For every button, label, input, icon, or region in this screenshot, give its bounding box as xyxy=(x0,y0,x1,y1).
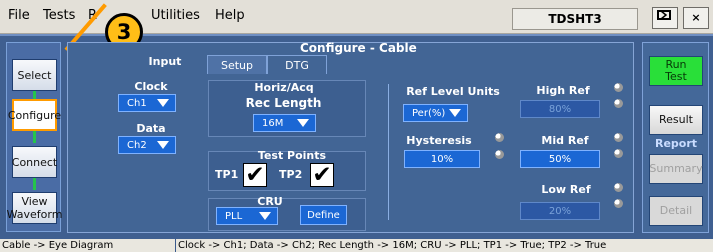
connect-button[interactable]: Connect xyxy=(12,146,57,178)
mid-ref-value[interactable]: 50% xyxy=(520,150,600,168)
nav-connector xyxy=(33,178,36,190)
low-ref-label: Low Ref xyxy=(541,183,591,196)
high-ref-label: High Ref xyxy=(536,84,590,97)
tab-dtg[interactable]: DTG xyxy=(267,55,327,74)
chevron-down-icon xyxy=(157,141,169,149)
detail-button: Detail xyxy=(649,196,703,226)
cru-dropdown[interactable]: PLL xyxy=(216,207,278,225)
close-window-button[interactable]: × xyxy=(683,7,709,29)
configure-button[interactable]: Configure xyxy=(8,99,61,131)
clock-label: Clock xyxy=(134,80,168,93)
status-details: Clock -> Ch1; Data -> Ch2; Rec Length ->… xyxy=(176,239,713,252)
high-ref-value: 80% xyxy=(520,100,600,118)
hysteresis-knob-icon[interactable] xyxy=(495,150,504,159)
tp2-checkbox[interactable]: ✔ xyxy=(310,163,334,187)
low-ref-knob-icon[interactable] xyxy=(614,199,623,208)
clock-dropdown[interactable]: Ch1 xyxy=(118,94,176,112)
chevron-down-icon xyxy=(449,109,461,117)
mid-ref-knob-icon[interactable] xyxy=(614,133,623,142)
data-dropdown[interactable]: Ch2 xyxy=(118,136,176,154)
rec-length-label: Rec Length xyxy=(245,96,322,110)
tp1-checkbox[interactable]: ✔ xyxy=(243,163,267,187)
panel-title: Configure - Cable xyxy=(300,41,417,55)
data-label: Data xyxy=(136,122,166,135)
mid-ref-label: Mid Ref xyxy=(541,134,589,147)
ref-level-units-label: Ref Level Units xyxy=(406,85,500,98)
run-test-button[interactable]: Run Test xyxy=(649,56,703,86)
high-ref-knob-icon[interactable] xyxy=(614,83,623,92)
mid-ref-knob-icon[interactable] xyxy=(614,149,623,158)
select-button[interactable]: Select xyxy=(12,59,57,91)
window-restore-icon xyxy=(657,10,671,20)
input-header: Input xyxy=(148,55,182,68)
low-ref-knob-icon[interactable] xyxy=(614,183,623,192)
low-ref-value: 20% xyxy=(520,202,600,220)
nav-connector xyxy=(33,131,36,143)
data-value: Ch2 xyxy=(127,139,147,151)
tp1-label: TP1 xyxy=(215,168,239,181)
rec-length-value: 16M xyxy=(262,117,284,129)
hysteresis-knob-icon[interactable] xyxy=(495,133,504,142)
restore-window-button[interactable] xyxy=(652,7,678,29)
report-header: Report xyxy=(654,137,698,150)
chevron-down-icon xyxy=(259,212,271,220)
chevron-down-icon xyxy=(297,119,309,127)
menu-help[interactable]: Help xyxy=(215,8,245,23)
high-ref-knob-icon[interactable] xyxy=(614,99,623,108)
define-button[interactable]: Define xyxy=(300,205,347,225)
hysteresis-label: Hysteresis xyxy=(406,134,472,147)
rec-length-dropdown[interactable]: 16M xyxy=(253,114,316,132)
menu-utilities[interactable]: Utilities xyxy=(151,8,200,23)
ref-level-units-value: Per(%) xyxy=(412,107,446,119)
menu-tests[interactable]: Tests xyxy=(43,8,75,23)
tp2-label: TP2 xyxy=(279,168,303,181)
panel-divider xyxy=(388,84,389,220)
summary-button: Summary xyxy=(649,154,703,184)
status-path: Cable -> Eye Diagram xyxy=(0,239,175,252)
horiz-acq-header: Horiz/Acq xyxy=(254,81,314,94)
result-button[interactable]: Result xyxy=(649,105,703,135)
test-points-header: Test Points xyxy=(257,149,327,162)
menu-file[interactable]: File xyxy=(8,8,30,23)
application-title: TDSHT3 xyxy=(512,8,638,30)
chevron-down-icon xyxy=(157,99,169,107)
clock-value: Ch1 xyxy=(127,97,147,109)
tab-setup[interactable]: Setup xyxy=(207,55,267,74)
ref-level-units-dropdown[interactable]: Per(%) xyxy=(403,104,468,122)
hysteresis-value[interactable]: 10% xyxy=(404,150,480,168)
cru-value: PLL xyxy=(225,210,243,222)
view-waveform-button[interactable]: View Waveform xyxy=(7,192,62,224)
